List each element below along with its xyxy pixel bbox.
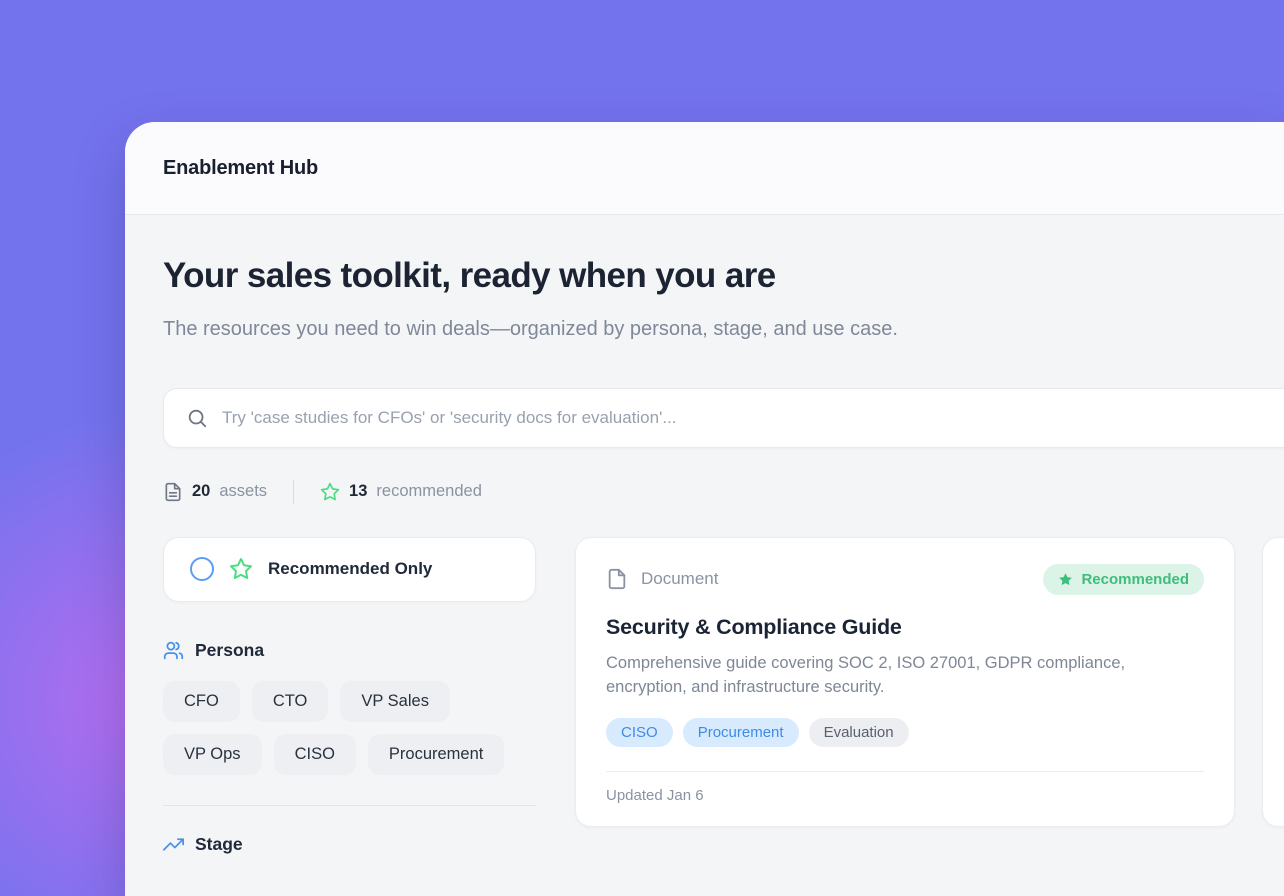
users-icon <box>163 640 184 661</box>
recommended-label: recommended <box>376 482 481 501</box>
trending-up-icon <box>163 834 184 855</box>
card-tag-procurement: Procurement <box>683 718 799 747</box>
page-subtitle: The resources you need to win deals—orga… <box>163 314 983 344</box>
stats-divider <box>293 480 294 504</box>
file-icon <box>606 568 628 590</box>
card-tag-list: CISO Procurement Evaluation <box>606 718 1204 747</box>
star-icon <box>320 482 340 502</box>
assets-count-stat: 20 assets <box>163 482 267 502</box>
search-input[interactable] <box>222 408 1284 428</box>
persona-chip-vp-ops[interactable]: VP Ops <box>163 734 262 775</box>
assets-count: 20 <box>192 482 210 501</box>
window-header: Enablement Hub <box>125 122 1284 215</box>
sidebar-divider <box>163 805 536 806</box>
persona-filter-header: Persona <box>163 640 536 661</box>
persona-chip-cfo[interactable]: CFO <box>163 681 240 722</box>
recommended-count: 13 <box>349 482 367 501</box>
card-tag-evaluation: Evaluation <box>809 718 909 747</box>
card-tag-ciso: CISO <box>606 718 673 747</box>
recommended-count-stat: 13 recommended <box>320 482 482 502</box>
window-body: Your sales toolkit, ready when you are T… <box>125 215 1284 855</box>
asset-card-security-compliance-guide[interactable]: Document Recommended Security & Complian… <box>575 537 1235 828</box>
card-updated-date: Updated Jan 6 <box>606 772 1204 826</box>
app-title: Enablement Hub <box>163 157 318 180</box>
asset-cards-row: Document Recommended Security & Complian… <box>575 537 1284 828</box>
stage-filter-header: Stage <box>163 834 536 855</box>
stats-row: 20 assets 13 recommended <box>163 480 1284 504</box>
search-bar[interactable] <box>163 388 1284 448</box>
recommended-badge: Recommended <box>1043 564 1204 595</box>
asset-card-partial[interactable] <box>1262 537 1284 828</box>
recommended-only-label: Recommended Only <box>268 559 432 579</box>
persona-chip-vp-sales[interactable]: VP Sales <box>340 681 450 722</box>
search-icon <box>186 407 208 429</box>
card-title: Security & Compliance Guide <box>606 615 1204 640</box>
persona-chip-procurement[interactable]: Procurement <box>368 734 504 775</box>
assets-label: assets <box>219 482 267 501</box>
recommended-badge-label: Recommended <box>1081 571 1189 588</box>
page-title: Your sales toolkit, ready when you are <box>163 257 1284 296</box>
desktop-background: Enablement Hub Your sales toolkit, ready… <box>0 0 1284 896</box>
recommended-only-toggle[interactable]: Recommended Only <box>163 537 536 602</box>
star-icon <box>229 557 253 581</box>
persona-chip-ciso[interactable]: CISO <box>274 734 356 775</box>
file-text-icon <box>163 482 183 502</box>
enablement-hub-window: Enablement Hub Your sales toolkit, ready… <box>125 122 1284 896</box>
persona-chip-cto[interactable]: CTO <box>252 681 329 722</box>
persona-filter-label: Persona <box>195 640 264 661</box>
toggle-circle-icon[interactable] <box>190 557 214 581</box>
star-filled-icon <box>1058 572 1073 587</box>
persona-chip-list: CFO CTO VP Sales VP Ops CISO Procurement <box>163 681 536 775</box>
stage-filter-label: Stage <box>195 834 243 855</box>
main-content-row: Recommended Only Persona CFO CTO VP Sales V… <box>163 537 1284 855</box>
filters-sidebar: Recommended Only Persona CFO CTO VP Sales V… <box>163 537 536 855</box>
card-type-label: Document <box>641 569 718 589</box>
card-description: Comprehensive guide covering SOC 2, ISO … <box>606 651 1186 701</box>
card-meta-row: Document Recommended <box>606 564 1204 595</box>
